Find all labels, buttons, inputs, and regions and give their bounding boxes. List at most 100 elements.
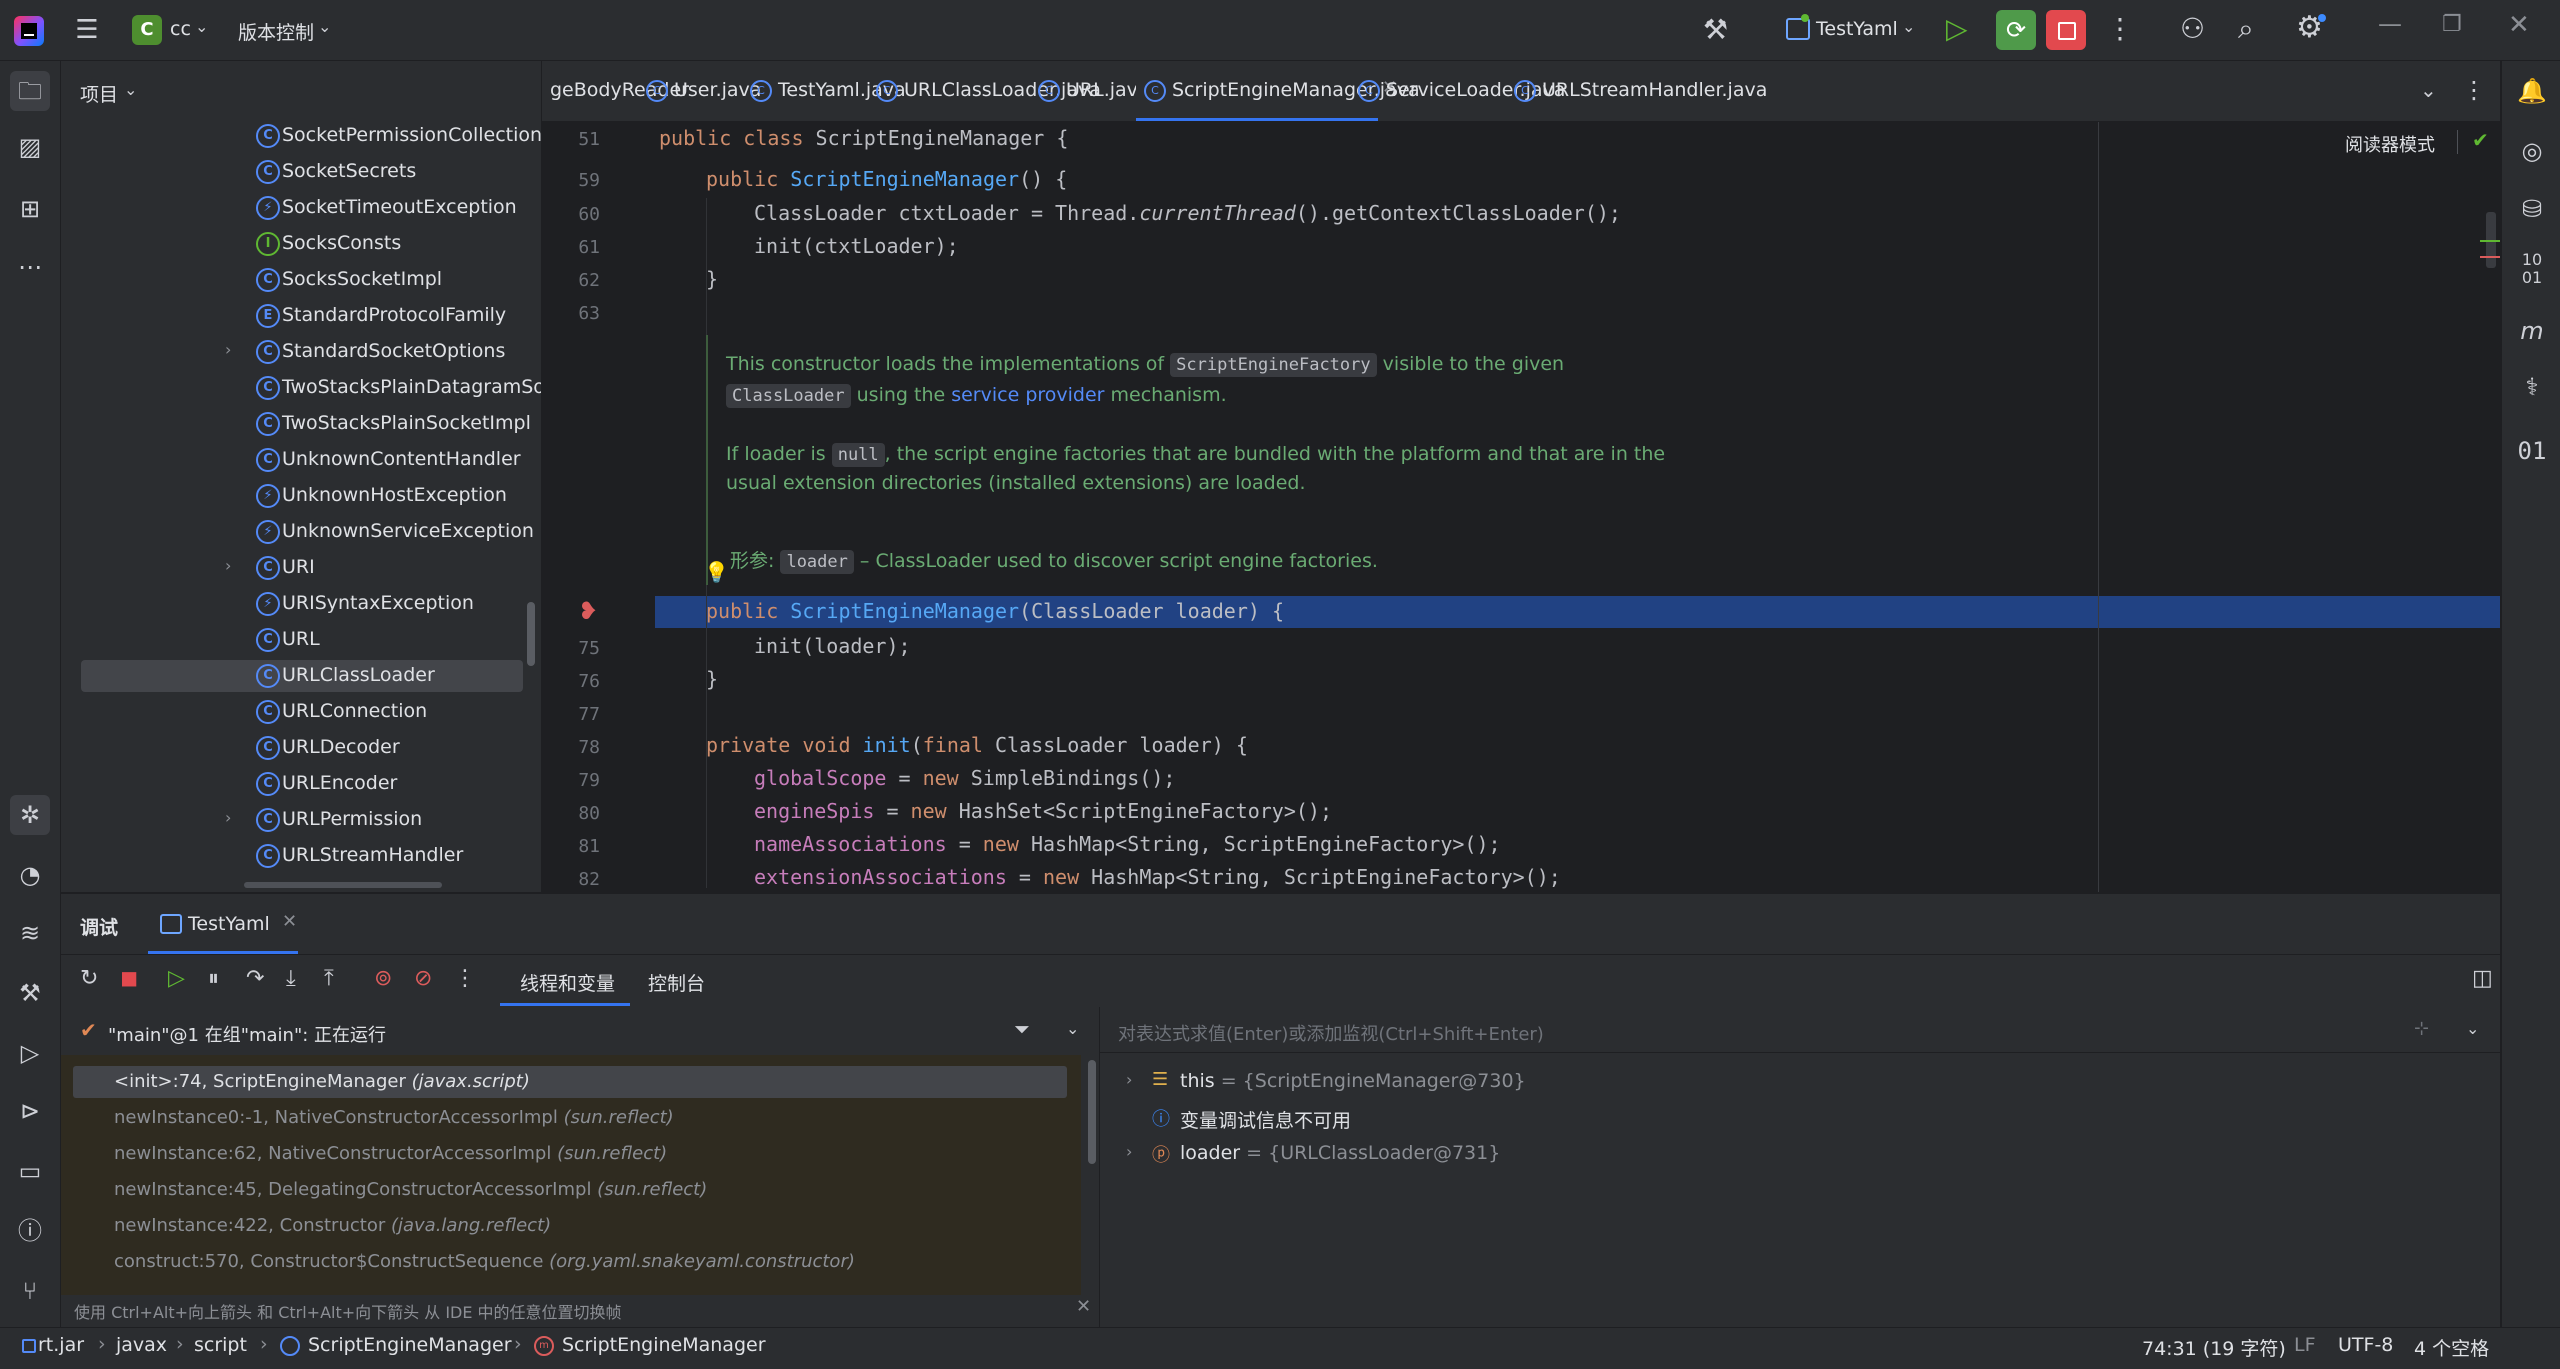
project-tree-item[interactable]: C SocketPermissionCollection	[61, 122, 541, 154]
project-tree-item[interactable]: C URLConnection	[61, 694, 541, 730]
resume-icon[interactable]: ▷	[168, 966, 185, 991]
maven-icon[interactable]: m	[2512, 311, 2552, 351]
project-tree-item[interactable]: E StandardProtocolFamily	[61, 298, 541, 334]
close-icon[interactable]: ✕	[1076, 1296, 1091, 1317]
editor-tab[interactable]: C User.java	[638, 61, 761, 121]
stop-button[interactable]	[2046, 10, 2086, 50]
project-badge[interactable]: C	[132, 15, 162, 45]
debug-button[interactable]: ⟳	[1996, 10, 2036, 50]
more-tools-icon[interactable]: ⋯	[10, 247, 50, 287]
chevron-down-icon[interactable]: ⌄	[318, 17, 331, 36]
project-tree-item[interactable]: C URLDecoder	[61, 730, 541, 766]
breadcrumb-method[interactable]: ScriptEngineManager	[562, 1334, 766, 1356]
chevron-down-icon[interactable]: ⌄	[2466, 1019, 2479, 1038]
editor-tab[interactable]: C TestYaml.java	[742, 61, 906, 121]
project-tree-hscrollbar[interactable]	[244, 882, 442, 888]
inspection-ok-check-icon[interactable]: ✔	[2472, 128, 2489, 152]
editor-tab[interactable]: geBodyReader	[542, 61, 689, 121]
terminal-tool-icon[interactable]: ▭	[10, 1151, 50, 1191]
line-separator[interactable]: LF	[2294, 1334, 2316, 1356]
chevron-down-icon[interactable]: ⌄	[124, 80, 137, 99]
stop-icon[interactable]: ◼	[120, 966, 138, 991]
stack-frame[interactable]: newInstance:45, DelegatingConstructorAcc…	[114, 1179, 707, 1200]
step-out-icon[interactable]: ⤒	[324, 966, 334, 991]
chevron-right-icon[interactable]: ›	[225, 808, 231, 827]
minimize-window-icon[interactable]: —	[2378, 10, 2402, 38]
breadcrumb-class[interactable]: ScriptEngineManager	[308, 1334, 512, 1356]
build-tool-icon[interactable]: ⚒	[10, 973, 50, 1013]
breadcrumb-package[interactable]: javax	[116, 1334, 167, 1356]
layers-tool-icon[interactable]: ≋	[10, 913, 50, 953]
project-tool-icon[interactable]: 🗀	[10, 71, 50, 111]
more-options-icon[interactable]: ⋮	[454, 966, 476, 991]
view-breakpoints-icon[interactable]: ⊚	[374, 966, 392, 991]
tabs-overflow-chevron-icon[interactable]: ⌄	[2420, 78, 2437, 102]
project-tree-item[interactable]: C TwoStacksPlainSocketImpl	[61, 406, 541, 442]
search-icon[interactable]: ⌕	[2238, 12, 2254, 46]
project-tree-item[interactable]: C TwoStacksPlainDatagramSock	[61, 370, 541, 406]
ai-assistant-icon[interactable]: ◎	[2512, 131, 2552, 171]
tabs-more-icon[interactable]: ⋮	[2462, 76, 2486, 104]
project-panel-title[interactable]: 项目	[80, 80, 118, 107]
project-name[interactable]: cc	[170, 18, 191, 40]
project-tree-scrollbar[interactable]	[527, 602, 535, 666]
project-tree-item[interactable]: ⚡ SocketTimeoutException	[61, 190, 541, 226]
editor-tab[interactable]: C URLClassLoader.java	[868, 61, 1101, 121]
chevron-right-icon[interactable]: ›	[225, 340, 231, 359]
notifications-bell-icon[interactable]: 🔔	[2512, 71, 2552, 111]
chevron-right-icon[interactable]: ›	[225, 556, 231, 575]
project-tree-item[interactable]: ⚡ UnknownHostException	[61, 478, 541, 514]
chevron-down-icon[interactable]: ⌄	[195, 17, 208, 36]
thread-selector[interactable]: "main"@1 在组"main": 正在运行	[108, 1021, 386, 1047]
database-icon[interactable]: ⛁	[2512, 189, 2552, 229]
editor-tab[interactable]: C URLStreamHandler.java	[1506, 61, 1767, 121]
lightbulb-icon[interactable]: 💡	[704, 560, 729, 584]
stack-frame[interactable]: <init>:74, ScriptEngineManager (javax.sc…	[114, 1071, 530, 1092]
stack-frame[interactable]: newInstance:422, Constructor (java.lang.…	[114, 1215, 551, 1236]
vcs-menu[interactable]: 版本控制	[238, 18, 314, 45]
project-tree-item[interactable]: C URL	[61, 622, 541, 658]
project-tree-item[interactable]: C UnknownContentHandler	[61, 442, 541, 478]
tab-threads-variables[interactable]: 线程和变量	[520, 969, 615, 996]
editor-tab[interactable]: C URL.java	[1030, 61, 1150, 121]
bytecode-icon[interactable]: 01	[2512, 431, 2552, 471]
tab-console[interactable]: 控制台	[648, 969, 705, 996]
reader-mode-toggle[interactable]: 阅读器模式	[2345, 131, 2435, 157]
project-tree-item[interactable]: ⚡ URISyntaxException	[61, 586, 541, 622]
file-encoding[interactable]: UTF-8	[2338, 1334, 2393, 1356]
breakpoint-icon[interactable]: ❥	[578, 597, 598, 625]
problems-tool-icon[interactable]: ⓘ	[10, 1211, 50, 1251]
structure-tool-icon[interactable]: ⊞	[10, 189, 50, 229]
project-tree-item[interactable]: › C URLPermission	[61, 802, 541, 838]
mute-breakpoints-icon[interactable]: ⊘	[414, 966, 432, 991]
intellij-logo-icon[interactable]	[14, 16, 44, 46]
run-tool-icon[interactable]: ▷	[10, 1033, 50, 1073]
variable-loader[interactable]: loader = {URLClassLoader@731}	[1180, 1142, 1500, 1164]
step-over-icon[interactable]: ↷	[246, 966, 264, 991]
caret-position[interactable]: 74:31 (19 字符)	[2142, 1334, 2286, 1361]
code-with-me-icon[interactable]: ⚇	[2180, 12, 2205, 45]
filter-icon[interactable]: ⏷	[1014, 1017, 1030, 1041]
debug-session-tab[interactable]: TestYaml	[188, 913, 270, 935]
project-tree-item[interactable]: ⚡ UnknownServiceException	[61, 514, 541, 550]
chevron-down-icon[interactable]: ⌄	[1902, 17, 1915, 36]
project-tree-item[interactable]: C URLEncoder	[61, 766, 541, 802]
close-window-icon[interactable]: ✕	[2508, 10, 2530, 40]
project-tree-item[interactable]: C URLStreamHandler	[61, 838, 541, 874]
stack-frame[interactable]: newInstance:62, NativeConstructorAccesso…	[114, 1143, 667, 1164]
git-tool-icon[interactable]: ⑂	[10, 1271, 50, 1311]
breadcrumb-package[interactable]: script	[194, 1334, 247, 1356]
project-tree-item[interactable]: C SocksSocketImpl	[61, 262, 541, 298]
rerun-icon[interactable]: ▷	[1946, 12, 1968, 45]
profiler-tool-icon[interactable]: ◔	[10, 855, 50, 895]
evaluate-expression-input[interactable]: 对表达式求值(Enter)或添加监视(Ctrl+Shift+Enter)	[1118, 1020, 1544, 1046]
plugin-tool-icon[interactable]: ▨	[10, 127, 50, 167]
services-tool-icon[interactable]: ⊳	[10, 1091, 50, 1131]
indent-setting[interactable]: 4 个空格	[2414, 1334, 2489, 1361]
restore-window-icon[interactable]: ❐	[2442, 12, 2462, 37]
layout-settings-icon[interactable]: ◫	[2472, 966, 2493, 991]
frames-scrollbar[interactable]	[1088, 1060, 1096, 1164]
hamburger-menu-icon[interactable]: ☰	[72, 16, 102, 44]
editor-tab[interactable]: C ScriptEngineManager.java ✕	[1136, 61, 1420, 121]
chevron-down-icon[interactable]: ⌄	[1066, 1019, 1079, 1038]
